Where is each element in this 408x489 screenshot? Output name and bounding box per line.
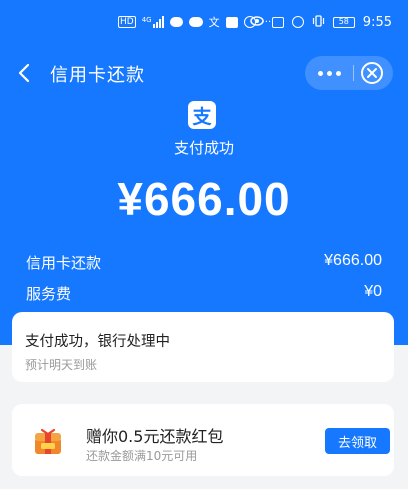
mini-program-capsule xyxy=(305,56,393,90)
more-icon-dot xyxy=(326,70,332,76)
promo-subtitle: 还款金额满10元可用 xyxy=(86,449,198,463)
status-bar-right: 58 9:55 xyxy=(250,13,392,31)
signal-icon: 4G xyxy=(142,16,164,28)
detail-label: 服务费 xyxy=(26,285,72,303)
payment-status-text: 支付成功 xyxy=(173,139,234,157)
app-notification-icon xyxy=(225,16,238,28)
more-icon xyxy=(317,70,323,76)
red-packet-promo-card[interactable]: 赠你0.5元还款红包 还款金额满10元可用 去领取 xyxy=(12,404,394,476)
vibrate-icon xyxy=(312,14,325,30)
close-icon xyxy=(361,62,383,84)
more-icon-dot xyxy=(335,70,341,76)
translate-icon: 文 xyxy=(208,16,220,29)
nav-header: 信用卡还款 xyxy=(0,50,408,100)
back-arrow-icon xyxy=(18,63,30,83)
payment-amount: ¥666.00 xyxy=(117,173,291,225)
capsule-divider xyxy=(353,65,354,81)
hd-indicator: HD xyxy=(118,16,136,28)
detail-label: 信用卡还款 xyxy=(26,254,102,272)
more-button[interactable] xyxy=(305,56,353,90)
wechat-icon xyxy=(188,17,203,27)
status-bar-left: HD 4G 文 ··· xyxy=(118,13,271,31)
nfc-icon xyxy=(271,16,284,28)
battery-icon: 58 xyxy=(332,16,355,28)
back-button[interactable] xyxy=(10,58,40,88)
network-type-label: 4G xyxy=(141,16,152,24)
alarm-icon xyxy=(291,16,304,28)
close-button[interactable] xyxy=(359,60,385,86)
promo-title: 赠你0.5元还款红包 xyxy=(86,427,224,446)
processing-subtitle: 预计明天到账 xyxy=(25,358,98,372)
clock: 9:55 xyxy=(362,14,392,30)
processing-status-card: 支付成功，银行处理中 预计明天到账 xyxy=(12,312,394,382)
message-icon xyxy=(169,17,183,27)
detail-value: ¥666.00 xyxy=(324,252,382,269)
processing-title: 支付成功，银行处理中 xyxy=(25,334,170,350)
page-title: 信用卡还款 xyxy=(50,65,145,86)
gift-box-icon xyxy=(35,428,61,454)
claim-button[interactable]: 去领取 xyxy=(325,428,390,454)
detail-value: ¥0 xyxy=(364,283,382,300)
eye-icon xyxy=(250,15,264,29)
alipay-logo-icon: 支 xyxy=(188,101,216,129)
status-bar: HD 4G 文 ··· 58 9:55 xyxy=(0,0,408,46)
